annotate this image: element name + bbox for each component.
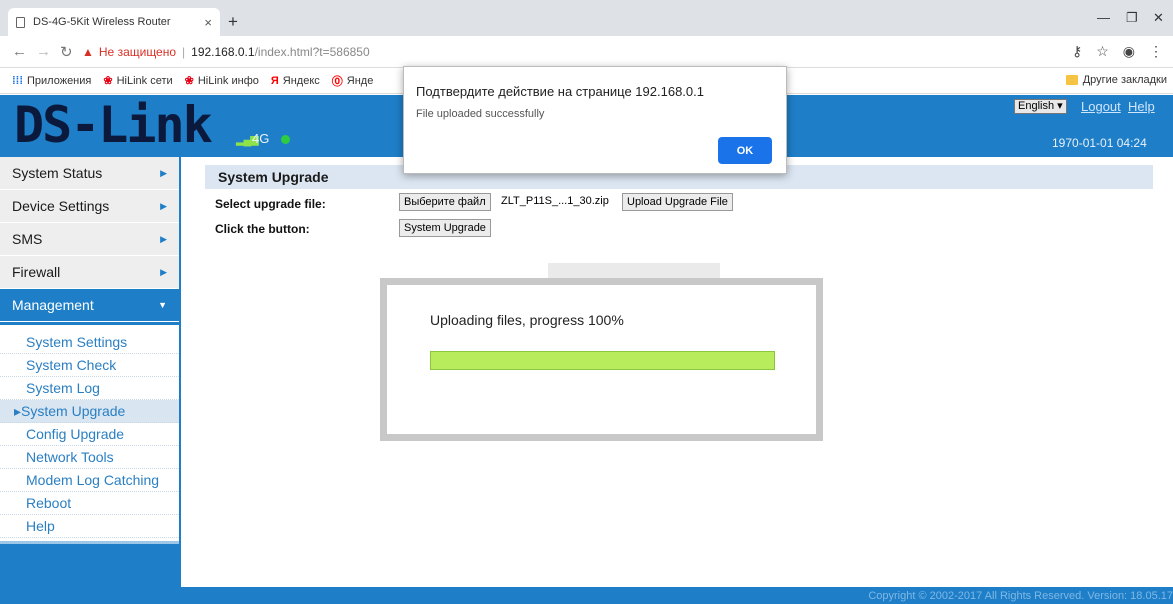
select-file-label: Select upgrade file: bbox=[215, 197, 326, 211]
submenu-system-settings[interactable]: System Settings bbox=[0, 331, 179, 354]
bookmark-label: HiLink сети bbox=[116, 74, 173, 87]
dialog-title: Подтвердите действие на странице 192.168… bbox=[416, 84, 704, 99]
page-icon bbox=[16, 16, 25, 28]
submenu-system-check[interactable]: System Check bbox=[0, 354, 179, 377]
submenu-label: System Upgrade bbox=[21, 403, 126, 419]
copyright-text: Copyright © 2002-2017 All Rights Reserve… bbox=[868, 590, 1173, 602]
menu-sms[interactable]: SMS ▶ bbox=[0, 223, 179, 256]
arrow-down-icon: ▼ bbox=[158, 300, 167, 310]
upload-upgrade-file-button[interactable]: Upload Upgrade File bbox=[622, 193, 733, 211]
url-host: 192.168.0.1 bbox=[191, 45, 255, 59]
key-icon[interactable]: ⚷ bbox=[1072, 43, 1082, 60]
reload-icon[interactable]: ↻ bbox=[60, 43, 73, 61]
device-datetime: 1970-01-01 04:24 bbox=[1052, 136, 1147, 150]
yandex-box-icon: ⓪ bbox=[331, 75, 343, 88]
other-bookmarks[interactable]: Другие закладки bbox=[1065, 74, 1167, 86]
address-bar: ← → ↻ ▲ Не защищено | 192.168.0.1/index.… bbox=[0, 36, 1173, 68]
sidebar-footer bbox=[0, 541, 179, 587]
bookmark-label: Янде bbox=[346, 74, 374, 87]
warning-icon: ▲ bbox=[82, 45, 94, 59]
tab-title: DS-4G-5Kit Wireless Router bbox=[33, 16, 171, 28]
progress-bar bbox=[430, 351, 775, 370]
click-button-label: Click the button: bbox=[215, 222, 310, 236]
window-close-icon[interactable]: ✕ bbox=[1153, 10, 1164, 26]
bookmark-label: Приложения bbox=[27, 74, 92, 87]
management-submenu: System Settings System Check System Log … bbox=[0, 322, 179, 538]
page-footer: Copyright © 2002-2017 All Rights Reserve… bbox=[0, 587, 1173, 604]
address-bar-actions: ⚷ ☆ ◉ ⋮ bbox=[1072, 43, 1163, 60]
help-link[interactable]: Help bbox=[1128, 99, 1155, 114]
submenu-system-upgrade[interactable]: ▸System Upgrade bbox=[0, 400, 179, 423]
system-upgrade-button[interactable]: System Upgrade bbox=[399, 219, 491, 237]
menu-device-settings[interactable]: Device Settings ▶ bbox=[0, 190, 179, 223]
menu-system-status[interactable]: System Status ▶ bbox=[0, 157, 179, 190]
bookmark-label: Яндекс bbox=[282, 74, 320, 87]
progress-bar-fill bbox=[431, 352, 774, 369]
sidebar: System Status ▶ Device Settings ▶ SMS ▶ … bbox=[0, 157, 181, 587]
other-bookmarks-label: Другие закладки bbox=[1082, 74, 1167, 86]
menu-firewall[interactable]: Firewall ▶ bbox=[0, 256, 179, 289]
folder-icon bbox=[1065, 75, 1078, 85]
ds-link-logo: DS-Link bbox=[14, 96, 213, 154]
submenu-reboot[interactable]: Reboot bbox=[0, 492, 179, 515]
insecure-label: Не защищено bbox=[98, 45, 177, 59]
url-separator: | bbox=[182, 45, 186, 59]
huawei-icon: ❀ bbox=[103, 75, 113, 87]
minimize-icon[interactable]: — bbox=[1097, 10, 1110, 25]
submenu-system-log[interactable]: System Log bbox=[0, 377, 179, 400]
language-value: English bbox=[1018, 100, 1055, 112]
current-marker-icon: ▸ bbox=[14, 403, 22, 419]
confirm-dialog: Подтвердите действие на странице 192.168… bbox=[403, 66, 787, 174]
menu-label: Management bbox=[12, 297, 94, 313]
connection-status-icon bbox=[281, 135, 290, 144]
yandex-icon: Я bbox=[270, 74, 279, 87]
url-field[interactable]: ▲ Не защищено | 192.168.0.1/index.html?t… bbox=[82, 41, 370, 63]
section-title: System Upgrade bbox=[218, 169, 329, 185]
dialog-message: File uploaded successfully bbox=[416, 108, 545, 120]
submenu-config-upgrade[interactable]: Config Upgrade bbox=[0, 423, 179, 446]
language-select[interactable]: English ▾ bbox=[1014, 99, 1067, 114]
browser-tab[interactable]: DS-4G-5Kit Wireless Router × bbox=[8, 8, 220, 36]
arrow-right-icon: ▶ bbox=[160, 267, 167, 277]
url-path: /index.html?t=586850 bbox=[254, 45, 370, 59]
menu-label: System Status bbox=[12, 165, 103, 181]
menu-label: Firewall bbox=[12, 264, 61, 280]
selected-file-name: ZLT_P11S_...1_30.zip bbox=[501, 195, 609, 207]
maximize-icon[interactable]: ❐ bbox=[1126, 10, 1138, 26]
menu-management[interactable]: Management ▼ bbox=[0, 289, 179, 322]
submenu-help[interactable]: Help bbox=[0, 515, 179, 538]
choose-file-button[interactable]: Выберите файл bbox=[399, 193, 491, 211]
bookmark-label: HiLink инфо bbox=[197, 74, 259, 87]
apps-icon: ⁞⁞⁞ bbox=[12, 74, 23, 87]
bookmark-yandex[interactable]: Я Яндекс bbox=[271, 75, 320, 87]
back-icon[interactable]: ← bbox=[12, 43, 27, 60]
bookmark-hilink-info[interactable]: ❀ HiLink инфо bbox=[184, 74, 259, 88]
new-tab-button[interactable]: + bbox=[228, 12, 238, 32]
arrow-right-icon: ▶ bbox=[160, 168, 167, 178]
huawei-icon: ❀ bbox=[184, 75, 194, 87]
forward-icon[interactable]: → bbox=[36, 43, 51, 60]
menu-label: Device Settings bbox=[12, 198, 110, 214]
submenu-modem-log-catching[interactable]: Modem Log Catching bbox=[0, 469, 179, 492]
menu-dots-icon[interactable]: ⋮ bbox=[1149, 43, 1163, 60]
ok-button[interactable]: OK bbox=[718, 137, 772, 164]
star-icon[interactable]: ☆ bbox=[1096, 43, 1109, 60]
profile-icon[interactable]: ◉ bbox=[1123, 43, 1135, 60]
progress-text: Uploading files, progress 100% bbox=[430, 312, 624, 328]
progress-modal: Uploading files, progress 100% bbox=[387, 285, 816, 434]
tab-close-icon[interactable]: × bbox=[204, 15, 212, 30]
dropdown-arrow-icon: ▾ bbox=[1057, 100, 1063, 112]
network-type: 4G bbox=[252, 131, 270, 146]
arrow-right-icon: ▶ bbox=[160, 201, 167, 211]
menu-label: SMS bbox=[12, 231, 43, 247]
bookmark-apps[interactable]: ⁞⁞⁞ Приложения bbox=[12, 75, 91, 87]
logout-link[interactable]: Logout bbox=[1081, 99, 1121, 114]
arrow-right-icon: ▶ bbox=[160, 234, 167, 244]
bookmark-hilink-networks[interactable]: ❀ HiLink сети bbox=[103, 74, 173, 88]
submenu-network-tools[interactable]: Network Tools bbox=[0, 446, 179, 469]
bookmark-yandex-2[interactable]: ⓪ Янде bbox=[332, 73, 374, 89]
browser-tab-strip: DS-4G-5Kit Wireless Router × + — ❐ ✕ bbox=[0, 0, 1173, 36]
